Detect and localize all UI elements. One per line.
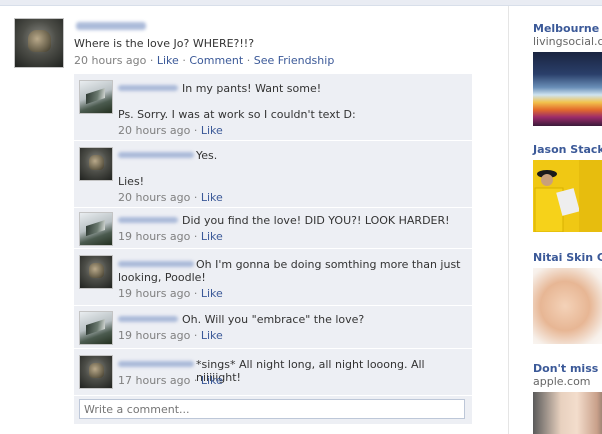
comment-text: Oh I'm gonna be doing somthing more than… (196, 258, 461, 271)
comment-item: Yes. Lies! 20 hours ago · Like (74, 141, 472, 208)
comment-author-avatar[interactable] (79, 311, 113, 345)
ad-image[interactable] (533, 268, 602, 344)
ad-title[interactable]: Melbourne B (533, 22, 602, 35)
sidebar-ad[interactable]: Nitai Skin Cli (533, 251, 602, 264)
comment-author-name[interactable] (118, 261, 194, 267)
comment-author-name[interactable] (118, 316, 178, 322)
comment-timestamp: 19 hours ago (118, 230, 191, 243)
post-author-avatar[interactable] (14, 18, 64, 68)
comment-timestamp: 20 hours ago (118, 191, 191, 204)
post-timestamp: 20 hours ago (74, 54, 147, 67)
comment-meta: 20 hours ago · Like (118, 124, 223, 137)
comment-text: Yes. (196, 149, 218, 162)
comment-item: In my pants! Want some! Ps. Sorry. I was… (74, 74, 472, 141)
post-meta: 20 hours ago · Like · Comment · See Frie… (74, 54, 335, 67)
comment-author-name[interactable] (118, 361, 194, 367)
comment-author-avatar[interactable] (79, 255, 113, 289)
comment-timestamp: 19 hours ago (118, 329, 191, 342)
comment-author-avatar[interactable] (79, 147, 113, 181)
comment-meta: 17 hours ago · Like (118, 374, 223, 387)
column-divider (508, 6, 509, 434)
comment-box (74, 396, 472, 424)
comment-like-link[interactable]: Like (201, 124, 223, 137)
ad-image-art (533, 160, 602, 232)
post-like-link[interactable]: Like (157, 54, 179, 67)
comment-text: looking, Poodle! (118, 271, 206, 284)
comment-timestamp: 17 hours ago (118, 374, 191, 387)
comment-list: In my pants! Want some! Ps. Sorry. I was… (74, 70, 472, 426)
ad-title[interactable]: Don't miss H (533, 362, 602, 375)
comment-input[interactable] (79, 399, 465, 419)
comment-text: Ps. Sorry. I was at work so I couldn't t… (118, 108, 356, 121)
see-friendship-link[interactable]: See Friendship (254, 54, 335, 67)
comment-text: *sings* All night long, all night looong… (196, 358, 425, 384)
comment-author-name[interactable] (118, 217, 178, 223)
comment-author-avatar[interactable] (79, 80, 113, 114)
sidebar-ad[interactable]: Melbourne B livingsocial.com (533, 22, 602, 48)
ad-title[interactable]: Jason Stack (533, 143, 602, 156)
post-text: Where is the love Jo? WHERE?!!? (74, 37, 255, 50)
post-author-name[interactable] (76, 22, 146, 30)
comment-like-link[interactable]: Like (201, 230, 223, 243)
comment-like-link[interactable]: Like (201, 329, 223, 342)
ad-image[interactable] (533, 160, 602, 232)
comment-timestamp: 19 hours ago (118, 287, 191, 300)
comment-meta: 19 hours ago · Like (118, 287, 223, 300)
comment-meta: 19 hours ago · Like (118, 329, 223, 342)
comment-timestamp: 20 hours ago (118, 124, 191, 137)
ad-subtitle: livingsocial.com (533, 35, 602, 48)
comment-item: Oh I'm gonna be doing somthing more than… (74, 249, 472, 306)
comment-author-name[interactable] (118, 152, 194, 158)
comment-author-avatar[interactable] (79, 355, 113, 389)
sidebar-ad[interactable]: Jason Stack (533, 143, 602, 156)
ad-title[interactable]: Nitai Skin Cli (533, 251, 602, 264)
top-bar (0, 0, 602, 6)
comment-item: Did you find the love! DID YOU?! LOOK HA… (74, 208, 472, 249)
comment-author-avatar[interactable] (79, 212, 113, 246)
post-comment-link[interactable]: Comment (189, 54, 243, 67)
comment-like-link[interactable]: Like (201, 287, 223, 300)
ad-image[interactable] (533, 52, 602, 126)
comment-like-link[interactable]: Like (201, 191, 223, 204)
comment-author-name[interactable] (118, 85, 178, 91)
comment-item: Oh. Will you "embrace" the love? 19 hour… (74, 306, 472, 349)
comment-text: In my pants! Want some! (182, 82, 322, 95)
comment-meta: 19 hours ago · Like (118, 230, 223, 243)
comment-meta: 20 hours ago · Like (118, 191, 223, 204)
ad-image[interactable] (533, 392, 602, 434)
comment-like-link[interactable]: Like (201, 374, 223, 387)
comment-item: *sings* All night long, all night looong… (74, 349, 472, 396)
comment-text: Did you find the love! DID YOU?! LOOK HA… (182, 214, 450, 227)
comment-text: Lies! (118, 175, 145, 188)
sidebar-ad[interactable]: Don't miss H apple.com (533, 362, 602, 388)
ad-subtitle: apple.com (533, 375, 591, 388)
comment-text: Oh. Will you "embrace" the love? (182, 313, 365, 326)
